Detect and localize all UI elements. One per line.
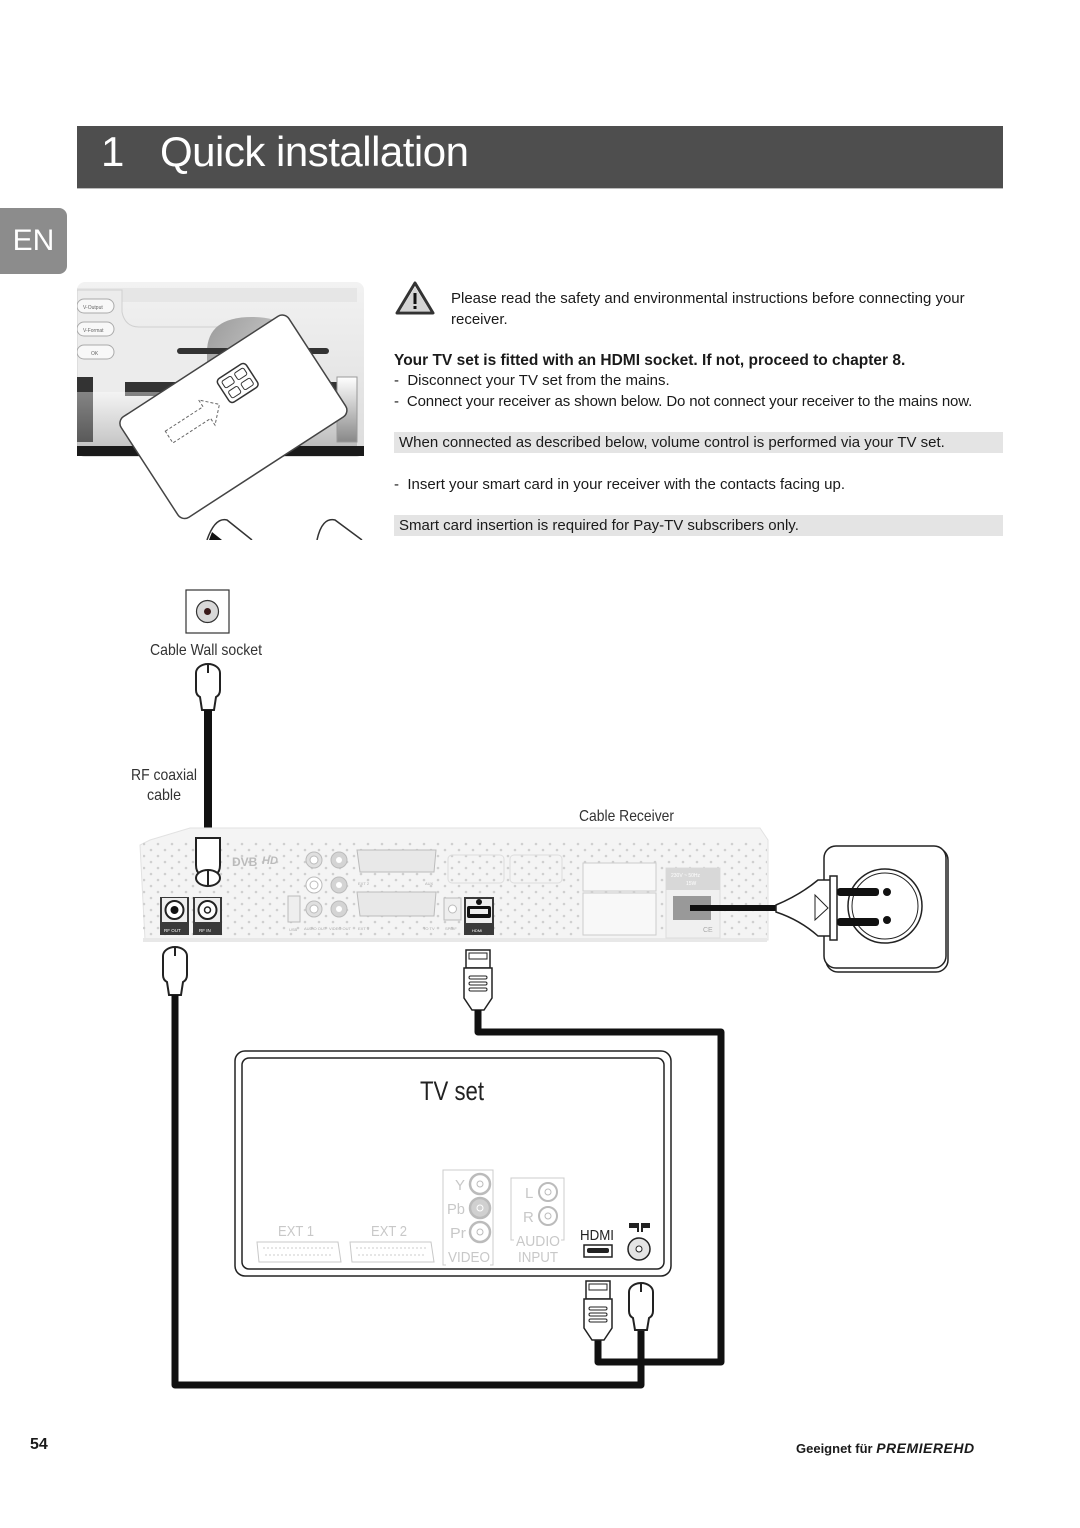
dvb-logo: DVB	[232, 855, 258, 869]
svg-text:HDMI: HDMI	[472, 928, 482, 933]
svg-text:VIDEO: VIDEO	[448, 1249, 490, 1266]
hdmi-plug-receiver-icon	[463, 949, 493, 1011]
rf-out-port: RF OUT	[160, 897, 189, 935]
page-number: 54	[30, 1436, 48, 1453]
coax-plug-tv-icon	[628, 1282, 654, 1331]
svg-text:Pr: Pr	[450, 1225, 466, 1242]
power-inlet: 230V ~ 50Hz 15W CE	[665, 867, 721, 939]
svg-text:L: L	[525, 1185, 533, 1202]
tv-set: TV set EXT 1 EXT 2 Y Pb Pr VIDEO L R AUD…	[234, 1050, 672, 1277]
svg-text:TO TV: TO TV	[423, 926, 435, 931]
receiver-label: Cable Receiver	[579, 808, 675, 825]
svg-text:R: R	[523, 1209, 534, 1226]
wall-power-outlet-icon	[823, 845, 949, 973]
coax-plug-rf-out-icon	[162, 946, 188, 996]
cable-receiver: DVB HD RF OUT RF IN USB AUDIO OUT VIDEO …	[139, 827, 769, 942]
svg-text:AUX: AUX	[425, 881, 434, 886]
svg-text:EXT 2: EXT 2	[358, 881, 370, 886]
svg-text:Y: Y	[455, 1177, 465, 1194]
svg-text:AUDIO: AUDIO	[516, 1233, 560, 1250]
svg-text:RF OUT: RF OUT	[164, 928, 181, 933]
svg-text:EXT 1: EXT 1	[278, 1223, 314, 1240]
svg-text:INPUT: INPUT	[518, 1249, 558, 1266]
svg-text:SPDIF: SPDIF	[445, 926, 457, 931]
svg-text:230V ~ 50Hz: 230V ~ 50Hz	[671, 873, 701, 879]
tv-hdmi-port: HDMI	[580, 1227, 614, 1258]
svg-text:USB: USB	[289, 927, 298, 932]
tv-label: TV set	[420, 1076, 484, 1106]
svg-text:15W: 15W	[686, 881, 697, 887]
svg-text:HDMI: HDMI	[580, 1227, 614, 1244]
svg-text:RF IN: RF IN	[199, 928, 211, 933]
svg-text:VIDEO OUT: VIDEO OUT	[329, 926, 352, 931]
cable-label-line2: cable	[147, 787, 181, 804]
cable-label-line1: RF coaxial	[131, 767, 197, 784]
svg-text:EXT 2: EXT 2	[371, 1223, 407, 1240]
premiere-hd-logo: PREMIEREHD	[876, 1440, 975, 1456]
hd-logo: HD	[262, 855, 278, 867]
svg-text:AUDIO OUT: AUDIO OUT	[304, 926, 327, 931]
hdmi-plug-tv-icon	[583, 1280, 613, 1341]
coax-plug-top-icon	[195, 663, 221, 711]
svg-text:EXT 1: EXT 1	[358, 926, 370, 931]
cable-wall-socket-icon	[185, 589, 230, 634]
svg-text:CE: CE	[703, 927, 713, 934]
hdmi-port: HDMI	[464, 897, 494, 935]
footer-text: Geeignet für	[796, 1441, 873, 1456]
wall-socket-label: Cable Wall socket	[150, 642, 262, 659]
rf-in-port: RF IN	[193, 897, 222, 935]
footer-brand: Geeignet für PREMIEREHD	[796, 1440, 975, 1456]
connection-diagram: Cable Wall socket RF coaxial cable Cable…	[131, 589, 949, 1389]
svg-text:Pb: Pb	[447, 1201, 465, 1218]
coax-plug-receiver-in-icon	[195, 837, 221, 887]
